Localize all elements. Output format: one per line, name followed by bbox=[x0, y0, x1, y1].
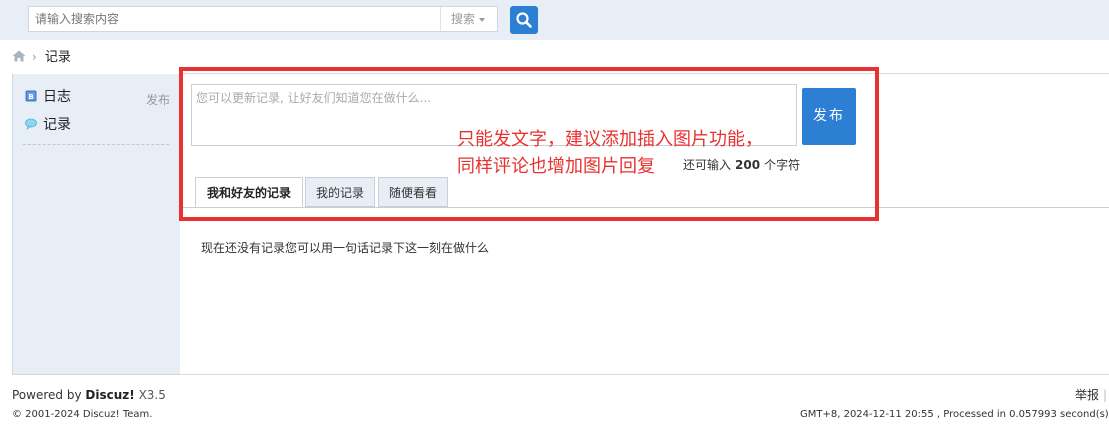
footer-info: GMT+8, 2024-12-11 20:55 , Processed in 0… bbox=[800, 409, 1109, 420]
brand-link[interactable]: Discuz! bbox=[85, 388, 134, 402]
empty-message: 现在还没有记录您可以用一句话记录下这一刻在做什么 bbox=[201, 241, 490, 255]
blog-icon: B bbox=[25, 90, 37, 102]
speech-bubble-icon bbox=[25, 118, 37, 130]
report-link[interactable]: 举报 | bbox=[1075, 387, 1107, 403]
annotation-line-2: 同样评论也增加图片回复 bbox=[457, 156, 655, 177]
powered-by: Powered by Discuz! X3.5 bbox=[12, 387, 166, 403]
chevron-down-icon bbox=[479, 17, 486, 22]
search-input[interactable] bbox=[29, 7, 439, 31]
annotation-text: 只能发文字，建议添加插入图片功能， 同样评论也增加图片回复 bbox=[457, 126, 763, 180]
search-type-dropdown[interactable]: 搜索 bbox=[440, 7, 498, 31]
search-box: 搜索 bbox=[28, 6, 498, 32]
report-label: 举报 bbox=[1075, 388, 1100, 402]
footer-separator: | bbox=[1103, 388, 1108, 402]
sidebar-item-label: 日志 bbox=[43, 89, 71, 105]
search-icon bbox=[516, 12, 532, 28]
home-icon[interactable] bbox=[12, 50, 26, 62]
top-search-bar: 搜索 bbox=[0, 0, 1109, 40]
sidebar-item-label: 记录 bbox=[43, 117, 71, 133]
sidebar-item-records[interactable]: 记录 bbox=[25, 115, 71, 135]
search-type-label: 搜索 bbox=[451, 12, 476, 26]
breadcrumb-current[interactable]: 记录 bbox=[45, 50, 71, 65]
breadcrumb: › 记录 bbox=[12, 47, 71, 67]
sidebar-divider bbox=[23, 144, 169, 145]
sidebar-item-blog[interactable]: B 日志 bbox=[25, 87, 71, 107]
powered-by-label: Powered by bbox=[12, 388, 82, 402]
content-bottom-divider bbox=[180, 374, 1109, 375]
annotation-line-1: 只能发文字，建议添加插入图片功能， bbox=[457, 129, 763, 150]
svg-text:B: B bbox=[28, 93, 33, 101]
version-label: X3.5 bbox=[138, 388, 166, 402]
sidebar: B 日志 发布 记录 bbox=[12, 74, 180, 375]
breadcrumb-separator: › bbox=[32, 50, 37, 64]
copyright: © 2001-2024 Discuz! Team. bbox=[12, 409, 153, 420]
search-button[interactable] bbox=[510, 6, 538, 34]
blog-publish-link[interactable]: 发布 bbox=[146, 90, 170, 110]
